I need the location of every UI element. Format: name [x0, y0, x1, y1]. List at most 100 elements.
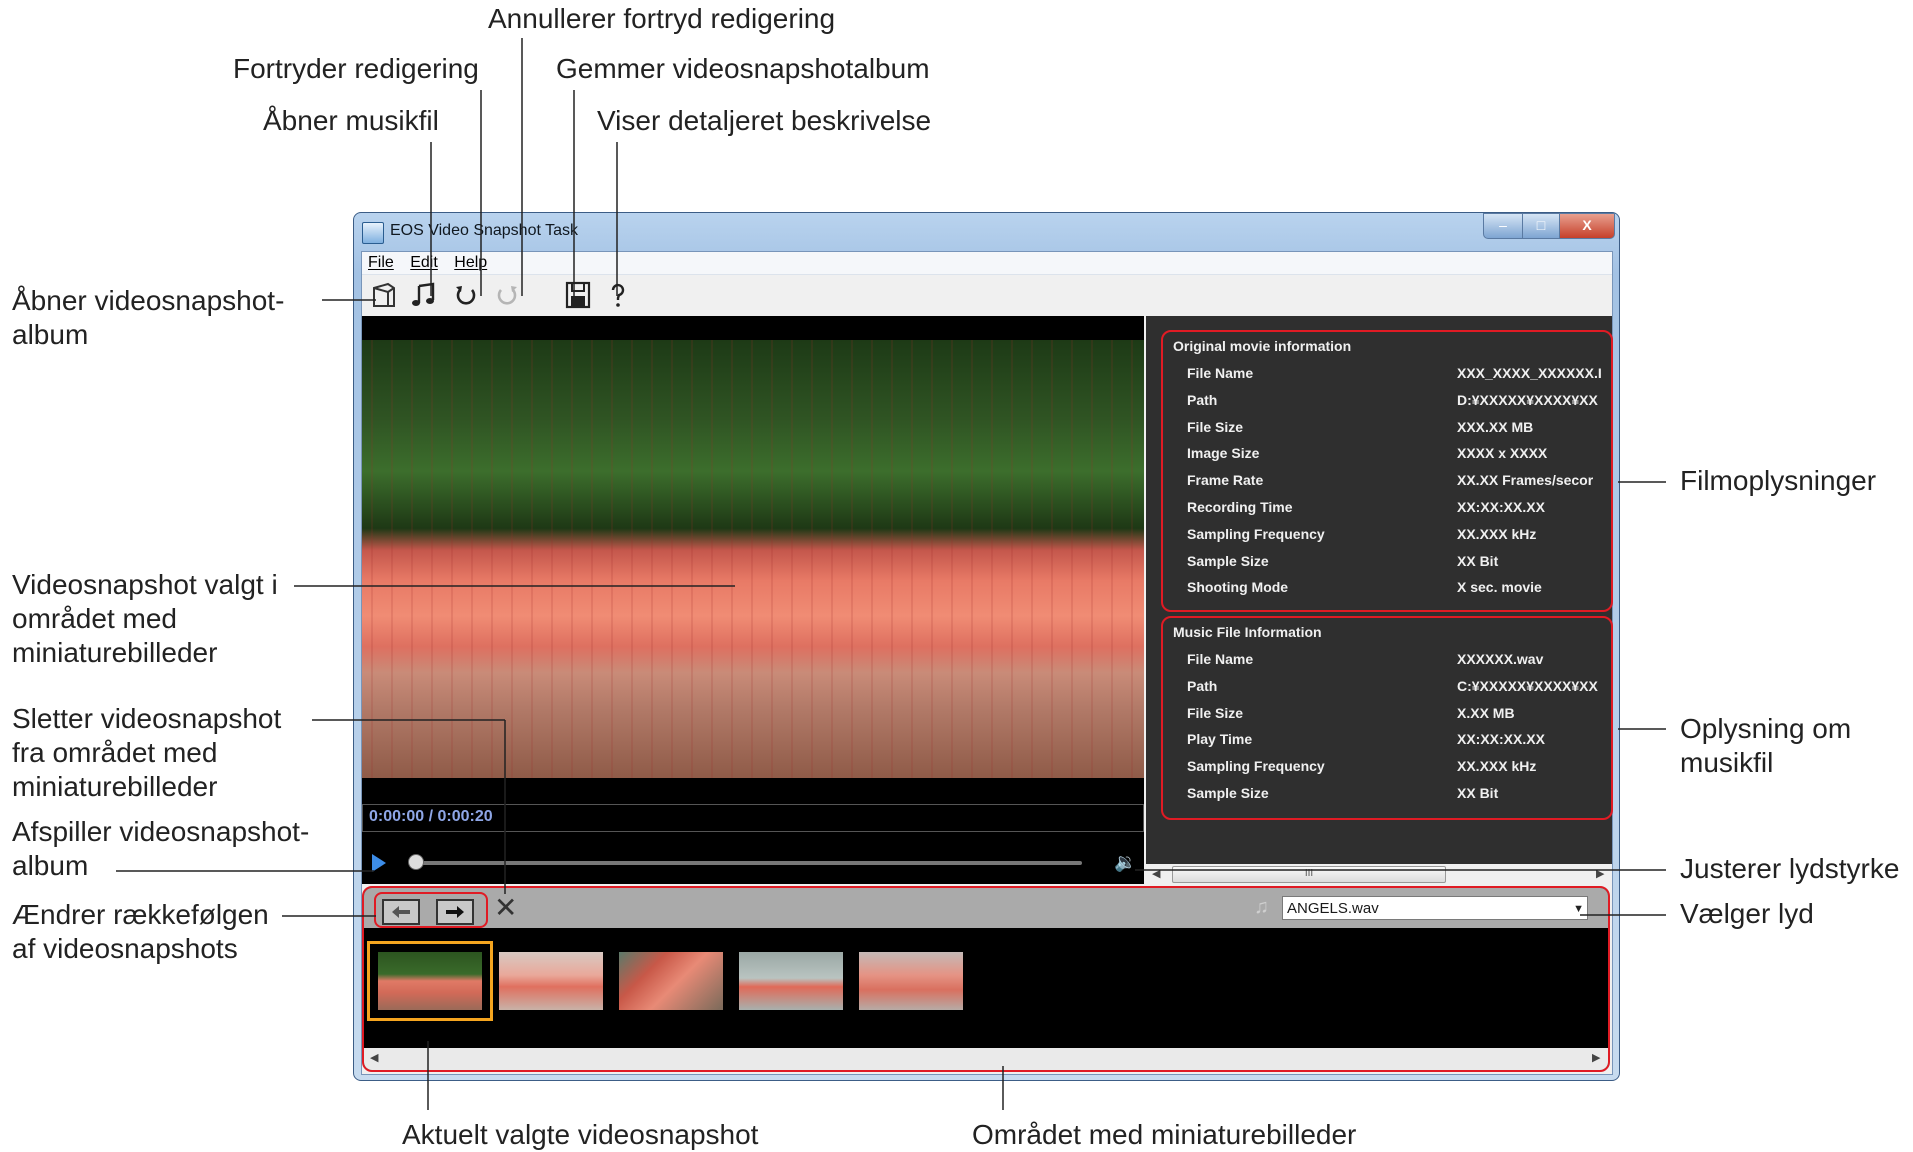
menu-edit[interactable]: Edit	[410, 254, 438, 272]
menu-file[interactable]: File	[368, 254, 394, 272]
music-info-row-value: XX:XX:XX.XX	[1457, 731, 1545, 748]
callout-open-album-line2: album	[12, 319, 89, 350]
movie-info-row-label: Image Size	[1187, 445, 1260, 462]
close-button[interactable]: X	[1559, 213, 1615, 239]
callout-open-album-line1: Åbner videosnapshot-	[12, 285, 285, 316]
video-texture	[362, 340, 1144, 778]
redo-button[interactable]	[491, 280, 523, 310]
callout-volume: Justerer lydstyrke	[1680, 853, 1900, 884]
info-panel: Original movie information File Name XXX_…	[1146, 316, 1613, 884]
music-info-title: Music File Information	[1173, 624, 1322, 640]
music-info-row-value: X.XX MB	[1457, 704, 1515, 721]
undo-button[interactable]	[450, 280, 482, 310]
maximize-button[interactable]: □	[1522, 213, 1560, 239]
movie-info-row-value: XXX_XXXX_XXXXXX.I	[1457, 365, 1602, 381]
open-music-button[interactable]	[409, 280, 441, 310]
movie-info-row-label: Recording Time	[1187, 499, 1293, 515]
chevron-down-icon[interactable]: ▼	[1573, 897, 1584, 921]
save-album-button[interactable]	[562, 280, 594, 310]
callout-delete-line3: miniaturebilleder	[12, 771, 218, 802]
open-album-button[interactable]	[368, 280, 400, 310]
thumbnail-5[interactable]	[859, 952, 963, 1010]
music-info-row-label: File Size	[1187, 704, 1244, 721]
scroll-thumb[interactable]: III	[1172, 866, 1446, 883]
callout-selected-line3: miniaturebilleder	[12, 637, 218, 668]
menu-bar: File Edit Help	[362, 252, 1612, 275]
thumbnail-area: ✕ ♫ ANGELS.wav ▼ ◀ ▶	[362, 886, 1610, 1072]
reorder-buttons	[374, 892, 488, 928]
sound-note-icon: ♫	[1254, 896, 1269, 918]
move-left-button[interactable]	[382, 899, 420, 925]
sound-select[interactable]: ANGELS.wav ▼	[1282, 896, 1588, 920]
callout-delete-line1: Sletter videosnapshot	[12, 703, 282, 734]
scroll-right-arrow[interactable]: ▶	[1596, 867, 1604, 880]
move-right-button[interactable]	[436, 899, 474, 925]
save-icon	[565, 281, 591, 309]
callout-thumbnail-area: Området med miniaturebilleder	[972, 1119, 1357, 1150]
thumb-scroll-left-arrow[interactable]: ◀	[370, 1051, 378, 1064]
movie-info-row-value: X sec. movie	[1457, 579, 1542, 596]
callout-delete-line2: fra området med	[12, 737, 218, 768]
movie-info-box: Original movie information File Name XXX_…	[1161, 330, 1613, 612]
info-horizontal-scrollbar[interactable]: ◀ III ▶	[1146, 864, 1612, 884]
callout-save-album: Gemmer videosnapshotalbum	[556, 53, 930, 84]
callout-selected-snapshot: Videosnapshot valgt i området med miniat…	[12, 568, 278, 670]
callout-music-info-line2: musikfil	[1680, 747, 1774, 778]
thumbnail-2[interactable]	[499, 952, 603, 1010]
sound-select-value: ANGELS.wav	[1287, 900, 1379, 917]
music-info-row-label: Play Time	[1187, 731, 1253, 748]
movie-info-title: Original movie information	[1173, 338, 1352, 354]
movie-info-row-value: XX:XX:XX.XX	[1457, 499, 1545, 515]
help-button[interactable]	[602, 280, 634, 310]
thumb-scroll-right-arrow[interactable]: ▶	[1592, 1051, 1600, 1064]
thumbnail-3[interactable]	[619, 952, 723, 1010]
music-info-box: Music File Information File Name XXXXXX.w…	[1161, 616, 1613, 820]
movie-info-row-label: File Size	[1187, 418, 1244, 435]
callout-play-album: Afspiller videosnapshot- album	[12, 815, 309, 883]
callout-delete-snapshot: Sletter videosnapshot fra området med mi…	[12, 702, 281, 804]
playback-controls: 🔉	[362, 842, 1144, 882]
arrow-left-icon	[392, 906, 410, 918]
help-icon	[611, 283, 625, 307]
menu-help[interactable]: Help	[454, 254, 487, 272]
callout-cancel-undo: Annullerer fortryd redigering	[488, 3, 836, 34]
callout-undo: Fortryder redigering	[233, 53, 479, 84]
toolbar	[362, 275, 1612, 315]
title-bar[interactable]: EOS Video Snapshot Task – □ X	[354, 213, 1619, 249]
time-display: 0:00:00 / 0:00:20	[362, 804, 1144, 832]
volume-icon[interactable]: 🔉	[1114, 852, 1136, 873]
callout-change-order: Ændrer rækkefølgen af videosnapshots	[12, 898, 269, 966]
music-info-row-value: XXXXXX.wav	[1457, 651, 1544, 667]
scroll-left-arrow[interactable]: ◀	[1152, 867, 1160, 880]
app-icon	[362, 222, 384, 244]
callout-play-line1: Afspiller videosnapshot-	[12, 816, 310, 847]
thumbnail-1[interactable]	[367, 941, 493, 1021]
callout-selected-line2: området med	[12, 603, 177, 634]
callout-select-sound: Vælger lyd	[1680, 898, 1814, 929]
callout-open-music: Åbner musikfil	[263, 105, 439, 136]
arrow-right-icon	[446, 906, 464, 918]
movie-info-row-value: D:¥XXXXX¥XXXX¥XX	[1457, 391, 1598, 408]
play-button[interactable]	[372, 854, 386, 872]
minimize-button[interactable]: –	[1483, 213, 1523, 239]
video-viewer: 0:00:00 / 0:00:20 🔉	[362, 316, 1144, 884]
callout-current-selected: Aktuelt valgte videosnapshot	[402, 1119, 759, 1150]
callout-order-line2: af videosnapshots	[12, 933, 238, 964]
movie-info-row-value: XXX.XX MB	[1457, 418, 1534, 435]
music-info-row-label: Path	[1187, 677, 1218, 694]
callout-music-info-line1: Oplysning om	[1680, 713, 1852, 744]
music-info-row-value: C:¥XXXXX¥XXXX¥XX	[1457, 677, 1598, 694]
delete-snapshot-button[interactable]: ✕	[494, 891, 517, 924]
callout-music-info: Oplysning om musikfil	[1680, 712, 1851, 780]
thumbnail-horizontal-scrollbar[interactable]: ◀ ▶	[364, 1048, 1608, 1070]
time-text: 0:00:00 / 0:00:20	[369, 808, 493, 825]
seek-bar[interactable]	[420, 861, 1082, 865]
selected-snapshot-frame	[362, 340, 1144, 778]
callout-selected-line1: Videosnapshot valgt i	[12, 569, 278, 600]
undo-icon	[456, 286, 476, 305]
music-info-row-label: File Name	[1187, 651, 1254, 667]
seek-knob[interactable]	[408, 854, 424, 870]
music-info-row-label: Sampling Frequency	[1187, 758, 1325, 775]
callout-show-help: Viser detaljeret beskrivelse	[597, 105, 932, 136]
thumbnail-4[interactable]	[739, 952, 843, 1010]
